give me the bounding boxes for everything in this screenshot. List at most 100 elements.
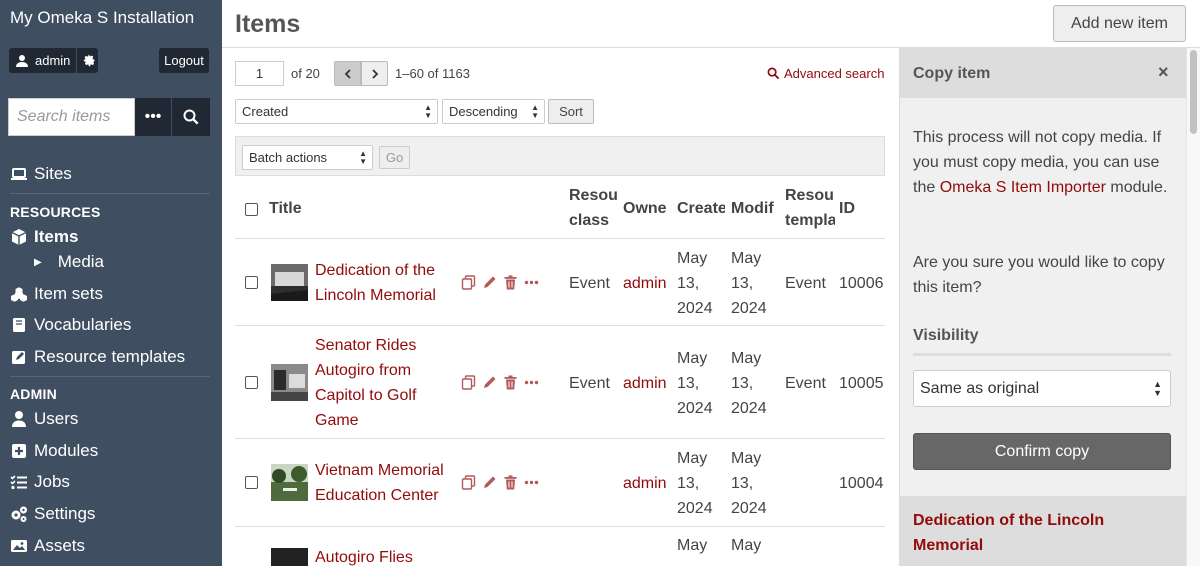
column-resource-class[interactable]: Resou class bbox=[569, 183, 617, 233]
result-range: 1–60 of 1163 bbox=[395, 66, 470, 81]
chevron-right-icon bbox=[371, 68, 378, 79]
pencil-icon[interactable] bbox=[482, 375, 497, 390]
select-all-checkbox[interactable] bbox=[245, 203, 258, 216]
close-icon[interactable]: × bbox=[1158, 62, 1169, 83]
scrollbar[interactable] bbox=[1186, 48, 1200, 566]
item-importer-link[interactable]: Omeka S Item Importer bbox=[940, 179, 1106, 196]
page-count: of 20 bbox=[291, 66, 320, 81]
trash-icon[interactable] bbox=[503, 475, 518, 490]
sidebar-item-sites[interactable]: Sites bbox=[10, 163, 72, 185]
scrollbar-thumb[interactable] bbox=[1190, 50, 1197, 134]
sidebar-item-users[interactable]: Users bbox=[10, 408, 78, 430]
sidebar-item-media[interactable]: ▶ Media bbox=[34, 251, 104, 273]
select-arrows-icon: ▲ ▼ bbox=[424, 103, 432, 120]
row-actions bbox=[461, 375, 539, 390]
owner-link[interactable]: admin bbox=[623, 371, 667, 396]
user-name[interactable]: admin bbox=[35, 53, 70, 68]
image-icon bbox=[11, 540, 27, 552]
item-title-link[interactable]: Autogiro Flies bbox=[315, 545, 460, 566]
user-icon bbox=[16, 54, 28, 67]
sidebar-item-resource-templates[interactable]: Resource templates bbox=[10, 346, 185, 368]
column-created[interactable]: Create bbox=[677, 196, 725, 221]
cube-icon bbox=[11, 229, 27, 245]
copy-icon[interactable] bbox=[461, 375, 476, 390]
resource-class-cell: Event bbox=[569, 275, 610, 292]
copy-media-notice: This process will not copy media. If you… bbox=[913, 129, 1168, 196]
item-thumbnail[interactable] bbox=[271, 364, 308, 401]
sidebar-item-assets[interactable]: Assets bbox=[10, 535, 85, 557]
add-new-item-button[interactable]: Add new item bbox=[1053, 5, 1186, 42]
sort-button[interactable]: Sort bbox=[548, 99, 594, 124]
item-title-link[interactable]: Vietnam Memorial Education Center bbox=[315, 458, 460, 508]
pencil-icon[interactable] bbox=[482, 275, 497, 290]
copy-icon[interactable] bbox=[461, 475, 476, 490]
more-icon[interactable] bbox=[524, 275, 539, 290]
owner-link[interactable]: admin bbox=[623, 271, 667, 296]
installation-title[interactable]: My Omeka S Installation bbox=[10, 8, 194, 28]
owner-link[interactable]: admin bbox=[623, 471, 667, 496]
search-button[interactable] bbox=[172, 98, 210, 136]
trash-icon[interactable] bbox=[503, 375, 518, 390]
tasks-icon bbox=[10, 475, 27, 490]
item-thumbnail[interactable] bbox=[271, 264, 308, 301]
advanced-search-link[interactable]: Advanced search bbox=[767, 66, 884, 81]
sidebar-item-item-sets[interactable]: Item sets bbox=[10, 283, 103, 305]
column-modified[interactable]: Modif bbox=[731, 196, 777, 221]
confirm-question: Are you sure you would like to copy this… bbox=[913, 254, 1165, 296]
sidebar-item-settings[interactable]: Settings bbox=[10, 503, 95, 525]
search-input[interactable] bbox=[8, 98, 135, 136]
row-checkbox[interactable] bbox=[245, 376, 258, 389]
batch-go-button[interactable]: Go bbox=[379, 146, 410, 169]
more-icon[interactable] bbox=[524, 375, 539, 390]
page-number-input[interactable]: 1 bbox=[235, 61, 284, 86]
select-arrows-icon: ▲ ▼ bbox=[359, 149, 367, 166]
item-thumbnail[interactable] bbox=[271, 548, 308, 566]
visibility-select[interactable]: Same as original ▲ ▼ bbox=[913, 370, 1171, 407]
previous-page-button[interactable] bbox=[334, 61, 361, 86]
resource-template-cell: Event bbox=[785, 375, 826, 392]
item-title-link[interactable]: Dedication of the Lincoln Memorial bbox=[315, 258, 460, 308]
sidebar-item-modules[interactable]: Modules bbox=[10, 440, 98, 462]
created-cell: May 13, 2024 bbox=[677, 350, 713, 417]
column-resource-template[interactable]: Resou templa bbox=[785, 183, 835, 233]
resource-class-cell: Event bbox=[569, 375, 610, 392]
sort-order-select[interactable]: Descending ▲ ▼ bbox=[442, 99, 545, 124]
row-checkbox[interactable] bbox=[245, 476, 258, 489]
row-checkbox[interactable] bbox=[245, 276, 258, 289]
sidebar-item-items[interactable]: Items bbox=[10, 226, 78, 248]
resource-template-cell: Event bbox=[785, 275, 826, 292]
user-menu[interactable]: admin bbox=[9, 48, 98, 73]
column-id[interactable]: ID bbox=[839, 196, 855, 221]
trash-icon[interactable] bbox=[503, 275, 518, 290]
sidebar-item-jobs[interactable]: Jobs bbox=[10, 471, 70, 493]
search-options-button[interactable]: ••• bbox=[135, 98, 172, 136]
selected-item-title[interactable]: Dedication of the Lincoln Memorial bbox=[913, 508, 1173, 558]
cubes-icon bbox=[11, 287, 27, 302]
row-actions bbox=[461, 475, 539, 490]
copy-icon[interactable] bbox=[461, 275, 476, 290]
next-page-button[interactable] bbox=[361, 61, 388, 86]
user-icon bbox=[12, 411, 26, 427]
confirm-copy-button[interactable]: Confirm copy bbox=[913, 433, 1171, 470]
id-cell: 10005 bbox=[839, 375, 884, 392]
select-arrows-icon: ▲ ▼ bbox=[1153, 379, 1162, 398]
sort-by-select[interactable]: Created ▲ ▼ bbox=[235, 99, 438, 124]
visibility-label: Visibility bbox=[913, 327, 979, 344]
created-cell: May 13, 2024 bbox=[677, 450, 713, 517]
item-thumbnail[interactable] bbox=[271, 464, 308, 501]
column-owner[interactable]: Owne bbox=[623, 196, 671, 221]
created-cell: May 13, 2024 bbox=[677, 250, 713, 317]
gear-icon[interactable] bbox=[83, 54, 96, 67]
more-icon[interactable] bbox=[524, 475, 539, 490]
admin-heading: ADMIN bbox=[10, 386, 57, 402]
column-title[interactable]: Title bbox=[269, 196, 302, 221]
pencil-icon[interactable] bbox=[482, 475, 497, 490]
logout-button[interactable]: Logout bbox=[159, 48, 209, 73]
search-icon bbox=[183, 109, 199, 125]
page-title: Items bbox=[235, 10, 301, 38]
sidebar-item-vocabularies[interactable]: Vocabularies bbox=[10, 314, 131, 336]
row-actions bbox=[461, 275, 539, 290]
batch-actions-select[interactable]: Batch actions ▲ ▼ bbox=[242, 145, 373, 170]
chevron-left-icon bbox=[344, 68, 351, 79]
item-title-link[interactable]: Senator Rides Autogiro from Capitol to G… bbox=[315, 333, 460, 433]
